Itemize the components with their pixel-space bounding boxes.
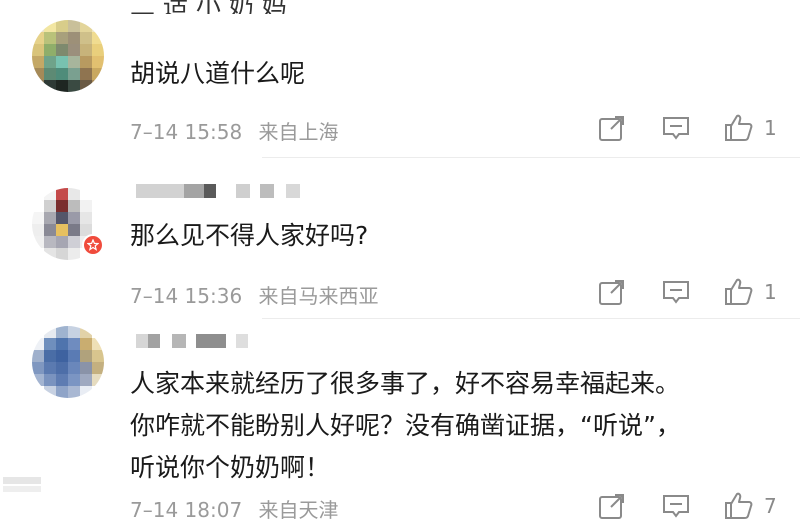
divider: [262, 318, 800, 319]
thumbs-up-icon: [723, 112, 755, 144]
comment-time: 7–14 15:58: [130, 120, 243, 144]
like-count: 1: [764, 116, 777, 140]
reply-button[interactable]: [661, 491, 691, 521]
comment-time: 7–14 15:36: [130, 284, 243, 308]
like-button[interactable]: 7: [723, 490, 777, 522]
comment-text-line-3: 听说你个奶奶啊！: [130, 453, 331, 482]
divider: [262, 157, 800, 158]
comment-icon: [661, 113, 691, 143]
comment-actions: 1: [597, 276, 777, 308]
reply-button[interactable]: [661, 277, 691, 307]
comment-time: 7–14 18:07: [130, 498, 243, 522]
star-icon: [86, 236, 100, 255]
comment-meta: 7–14 15:36 来自马来西亚: [130, 280, 379, 309]
username-mosaic[interactable]: [136, 180, 300, 204]
share-button[interactable]: [597, 491, 627, 521]
avatar[interactable]: [32, 20, 104, 92]
verified-badge: [82, 234, 104, 256]
comment-location: 来自上海: [258, 120, 339, 144]
avatar[interactable]: [32, 326, 104, 398]
comment-location: 来自马来西亚: [258, 284, 379, 308]
comment-text: 那么见不得人家好吗?: [130, 221, 369, 250]
comment-meta: 7–14 18:07 来自天津: [130, 494, 339, 523]
like-count: 7: [764, 494, 777, 518]
comment-text-line-2: 你咋就不能盼别人好呢？没有确凿证据，“听说”，: [130, 411, 681, 440]
share-icon: [597, 277, 627, 307]
share-icon: [597, 113, 627, 143]
comment-location: 来自天津: [258, 498, 339, 522]
thumbs-up-icon: [723, 276, 755, 308]
share-button[interactable]: [597, 277, 627, 307]
comment-icon: [661, 491, 691, 521]
share-button[interactable]: [597, 113, 627, 143]
watermark: [2, 476, 42, 497]
comment-text-line-1: 人家本来就经历了很多事了，好不容易幸福起来。: [130, 369, 681, 398]
like-button[interactable]: 1: [723, 112, 777, 144]
thumbs-up-icon: [723, 490, 755, 522]
comment-actions: 1: [597, 112, 777, 144]
comment-meta: 7–14 15:58 来自上海: [130, 116, 339, 145]
username-mosaic[interactable]: [136, 330, 248, 354]
comment-icon: [661, 277, 691, 307]
like-count: 1: [764, 280, 777, 304]
share-icon: [597, 491, 627, 521]
like-button[interactable]: 1: [723, 276, 777, 308]
reply-button[interactable]: [661, 113, 691, 143]
comment-actions: 7: [597, 490, 777, 522]
comment-text: 胡说八道什么呢: [130, 59, 306, 88]
username-partial[interactable]: 二 适 小 奶 妈: [130, 0, 287, 14]
comment-list: 二 适 小 奶 妈 胡说八道什么呢 7–14 15:58 来自上海 1: [0, 0, 800, 524]
